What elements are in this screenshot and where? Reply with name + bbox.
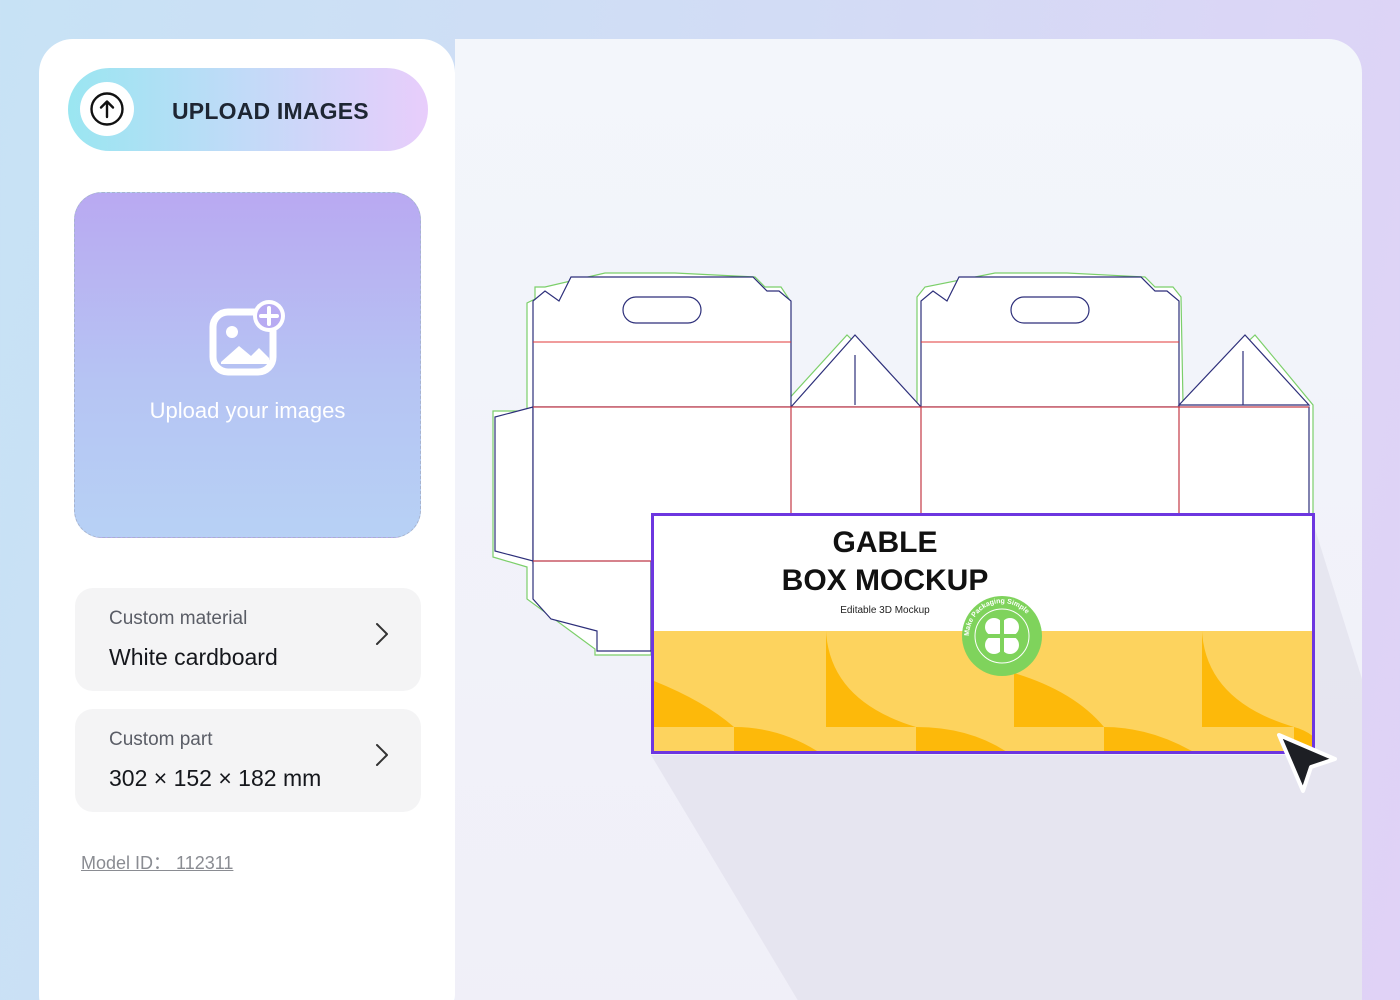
box-title-line2: BOX MOCKUP [781,564,989,597]
dropzone-label: Upload your images [149,398,346,423]
chevron-right-icon [376,623,388,645]
custom-material-value: White cardboard [109,644,278,670]
add-image-icon [209,300,285,376]
box-subtitle: Editable 3D Mockup [840,605,930,616]
custom-material-label: Custom material [109,608,248,629]
arrow-up-circle-icon [90,92,124,126]
custom-part-value: 302 × 152 × 182 mm [109,765,322,791]
custom-material-selector[interactable]: Custom material White cardboard [75,588,421,691]
chevron-right-icon [376,744,388,766]
upload-icon-wrapper [80,82,134,136]
custom-part-selector[interactable]: Custom part 302 × 152 × 182 mm [75,709,421,812]
mouse-pointer-icon [1277,733,1337,793]
upload-images-button[interactable]: UPLOAD IMAGES [68,68,428,151]
box-front-panel[interactable]: GABLE BOX MOCKUP Editable 3D Mockup Make… [651,513,1315,754]
upload-button-label: UPLOAD IMAGES [172,98,369,124]
model-id-link[interactable]: Model ID： 112311 [81,849,233,875]
custom-part-label: Custom part [109,729,213,750]
mockup-canvas: GABLE BOX MOCKUP Editable 3D Mockup Make… [455,39,1362,1000]
brand-seal-logo: Make Packaging Simple [962,596,1042,676]
image-dropzone[interactable]: Upload your images [74,192,421,538]
box-title-line1: GABLE [832,526,938,559]
